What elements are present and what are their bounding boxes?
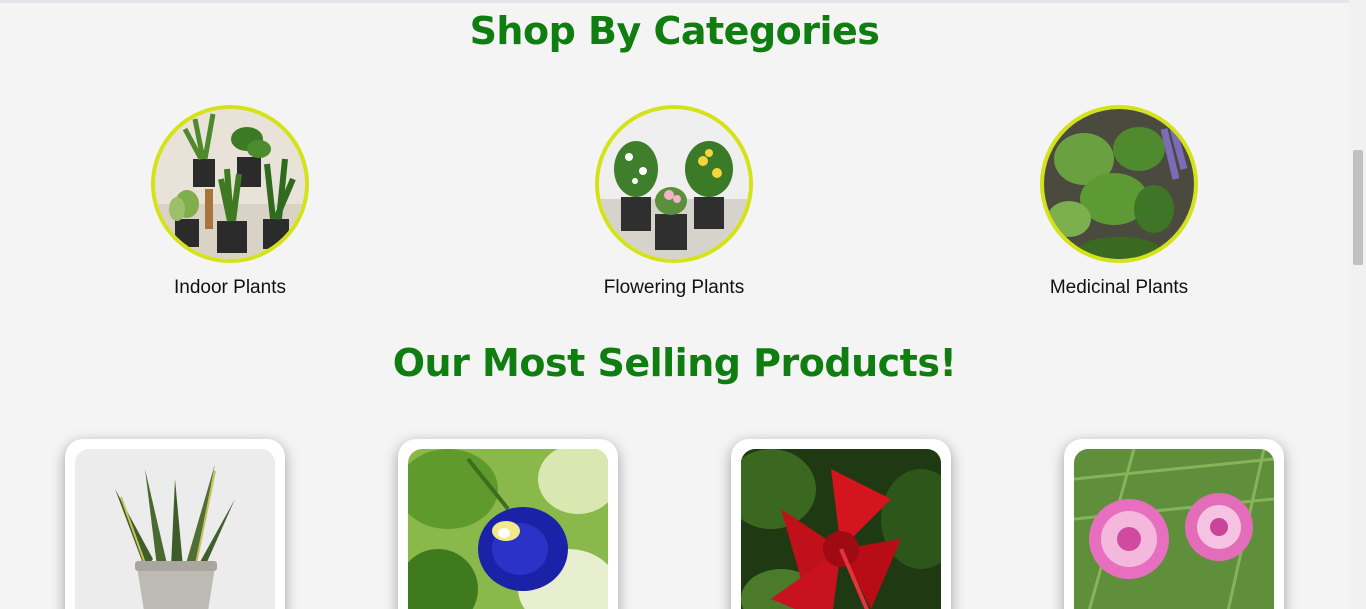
category-label[interactable]: Medicinal Plants: [1009, 277, 1229, 299]
product-card[interactable]: [398, 439, 618, 609]
vertical-scrollbar[interactable]: [1349, 0, 1366, 609]
category-flowering-plants[interactable]: Flowering Plants: [564, 105, 784, 299]
product-card[interactable]: [65, 439, 285, 609]
best-selling-title: Our Most Selling Products!: [392, 341, 957, 385]
snake-plant-image[interactable]: [75, 449, 275, 609]
pink-portulaca-image[interactable]: [1074, 449, 1274, 609]
category-label[interactable]: Flowering Plants: [564, 277, 784, 299]
category-indoor-plants[interactable]: Indoor Plants: [120, 105, 340, 299]
scrollbar-thumb[interactable]: [1353, 150, 1363, 265]
flowering-plants-image[interactable]: [595, 105, 753, 263]
category-label[interactable]: Indoor Plants: [120, 277, 340, 299]
product-card[interactable]: [731, 439, 951, 609]
category-medicinal-plants[interactable]: Medicinal Plants: [1009, 105, 1229, 299]
butterfly-pea-image[interactable]: [408, 449, 608, 609]
product-card[interactable]: [1064, 439, 1284, 609]
page: Shop By Categories Indoor Plants Floweri…: [0, 0, 1349, 609]
medicinal-plants-image[interactable]: [1040, 105, 1198, 263]
red-hibiscus-image[interactable]: [741, 449, 941, 609]
indoor-plants-image[interactable]: [151, 105, 309, 263]
categories-title: Shop By Categories: [469, 9, 880, 53]
